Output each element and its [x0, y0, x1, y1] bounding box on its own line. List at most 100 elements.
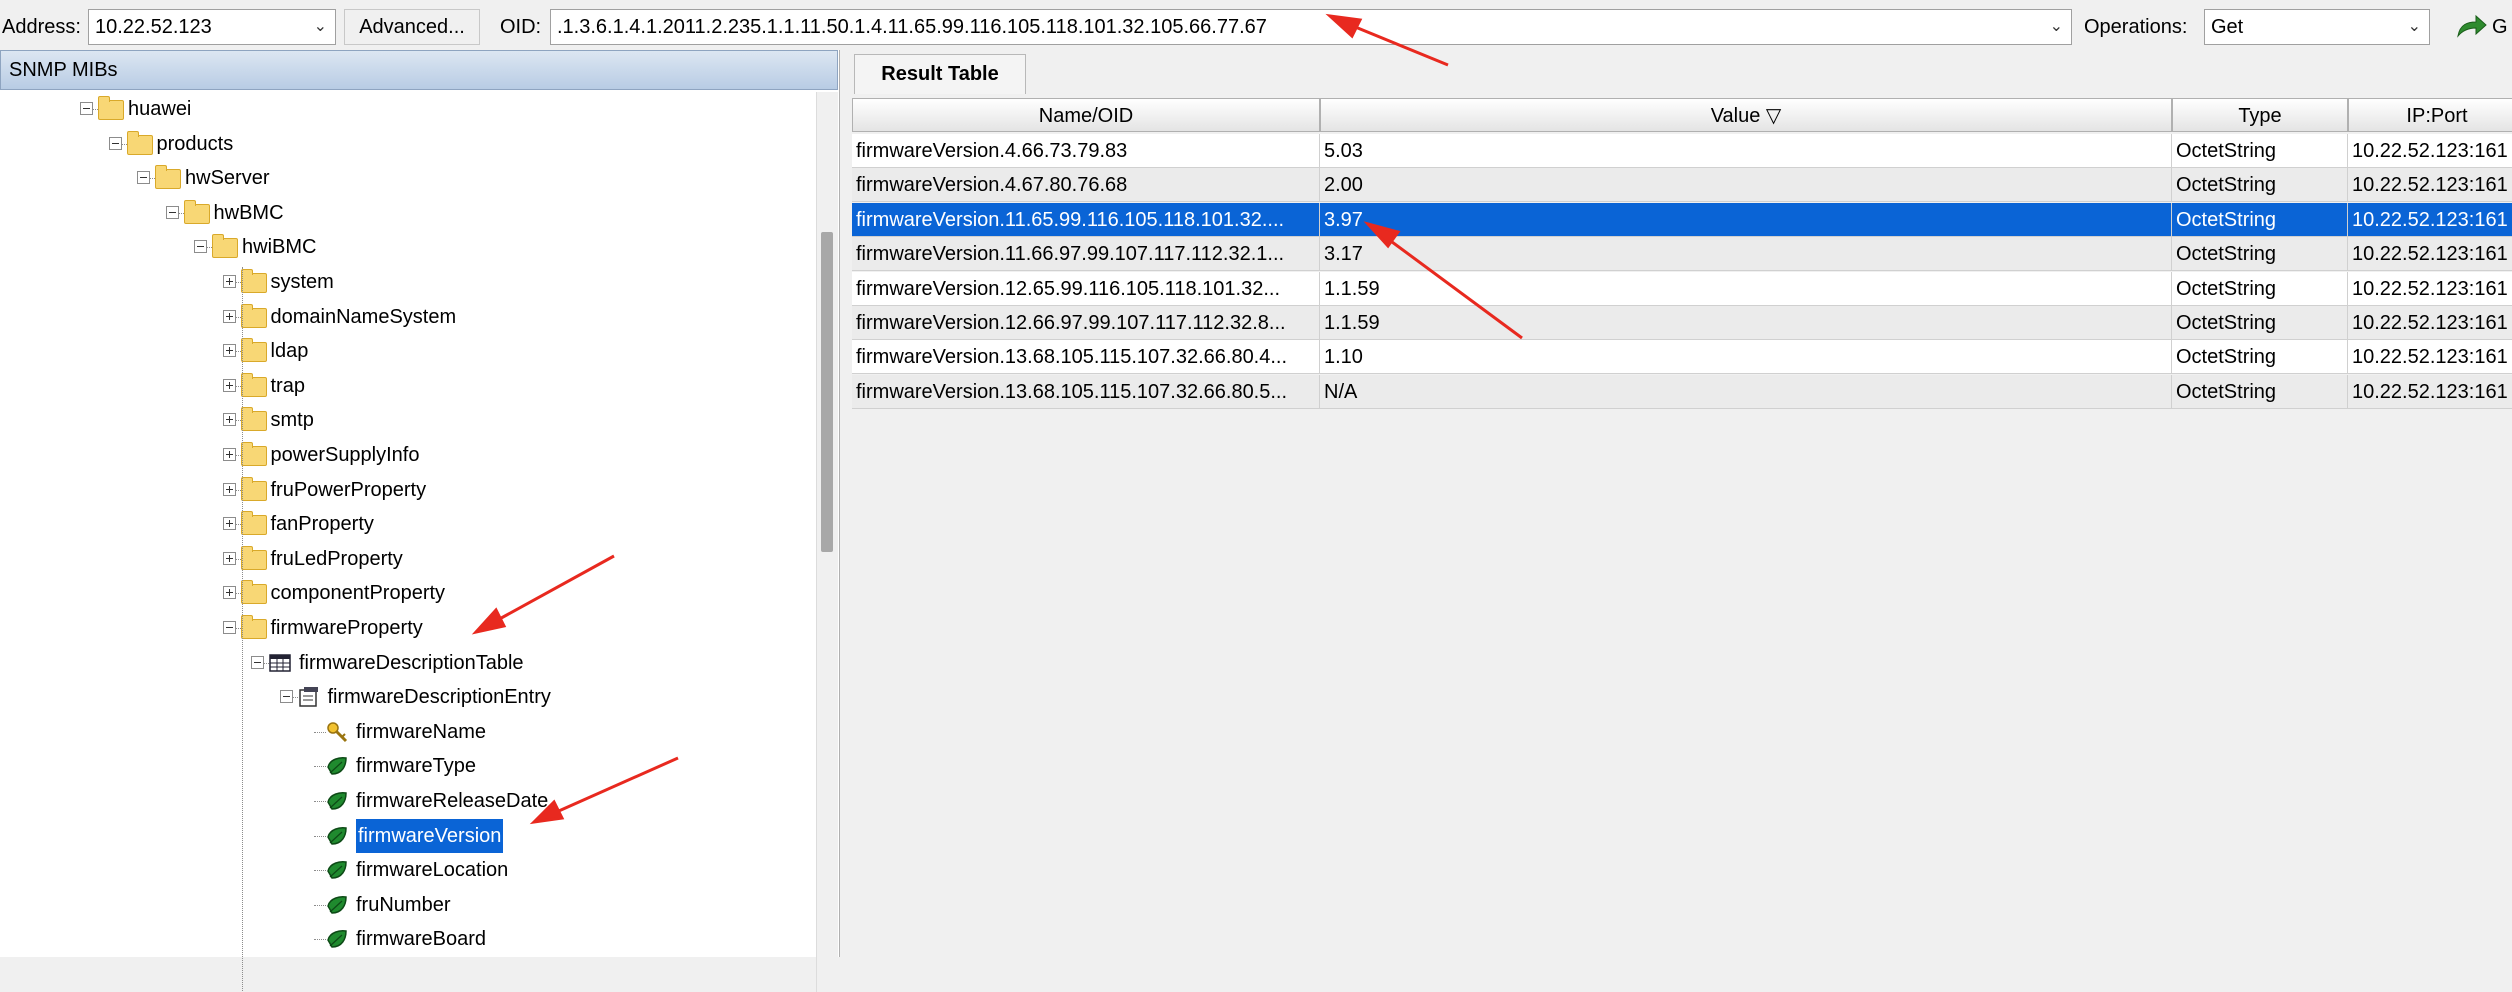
tree-node-label: hwServer — [185, 167, 270, 190]
mib-tree: huawei products hwServer hwBMC hwiBMC system d… — [0, 92, 816, 992]
table-cell: N/A — [1320, 374, 2172, 409]
tree-node-label: firmwareDescriptionEntry — [327, 686, 551, 709]
tree-node-firmware-description-table[interactable]: firmwareDescriptionTable — [0, 646, 810, 680]
folder-icon — [98, 96, 124, 120]
table-cell: 2.00 — [1320, 168, 2172, 203]
table-cell: 10.22.52.123:161 — [2348, 134, 2512, 168]
tree-scrollbar-thumb[interactable] — [821, 232, 833, 552]
tree-node-hw-bmc[interactable]: hwBMC — [0, 196, 810, 230]
tree-node-firmware-release-date[interactable]: firmwareReleaseDate — [0, 784, 810, 818]
table-header-row: Name/OID Value ▽ Type IP:Port — [852, 98, 2512, 132]
expand-plus-icon[interactable] — [222, 378, 236, 392]
tree-node-ldap[interactable]: ldap — [0, 334, 810, 368]
tree-node-firmware-property[interactable]: firmwareProperty — [0, 611, 810, 645]
leaf-icon — [327, 792, 347, 810]
folder-icon — [155, 165, 181, 190]
tree-node-firmware-type[interactable]: firmwareType — [0, 749, 810, 783]
tree-node-fan-property[interactable]: fanProperty — [0, 507, 810, 541]
tree-scrollbar[interactable] — [816, 92, 838, 992]
expand-plus-icon[interactable] — [222, 551, 236, 565]
tree-node-products[interactable]: products — [0, 127, 810, 161]
mib-panel-header: SNMP MIBs — [0, 50, 838, 90]
tree-node-huawei[interactable]: huawei — [0, 92, 810, 126]
expand-plus-icon[interactable] — [222, 344, 236, 358]
expand-plus-icon[interactable] — [222, 448, 236, 461]
table-cell: OctetString — [2172, 271, 2348, 306]
tree-node-firmware-description-entry[interactable]: firmwareDescriptionEntry — [0, 680, 810, 714]
expand-plus-icon[interactable] — [222, 309, 236, 323]
leaf-icon — [327, 895, 347, 914]
chevron-down-icon[interactable]: ⌄ — [314, 10, 327, 44]
table-row[interactable]: firmwareVersion.12.66.97.99.107.117.112.… — [852, 306, 2512, 340]
leaf-icon — [327, 930, 347, 949]
collapse-minus-icon[interactable] — [165, 205, 179, 219]
tree-node-system[interactable]: system — [0, 265, 810, 299]
tree-node-fru-power-property[interactable]: fruPowerProperty — [0, 473, 810, 507]
table-cell: 10.22.52.123:161 — [2348, 340, 2512, 375]
key-icon — [327, 722, 348, 742]
tree-node-fru-led-property[interactable]: fruLedProperty — [0, 542, 810, 576]
collapse-minus-icon[interactable] — [222, 621, 236, 634]
tree-node-label: products — [156, 132, 234, 155]
operations-select[interactable]: Get ⌄ — [2204, 9, 2430, 45]
table-cell: OctetString — [2172, 202, 2348, 237]
tree-node-firmware-name[interactable]: firmwareName — [0, 715, 810, 749]
table-row[interactable]: firmwareVersion.11.65.99.116.105.118.101… — [852, 202, 2512, 237]
collapse-minus-icon[interactable] — [137, 171, 150, 185]
folder-icon — [240, 338, 267, 363]
tab-result-table[interactable]: Result Table — [854, 54, 1026, 94]
column-header[interactable]: Value ▽ — [1320, 98, 2172, 132]
chevron-down-icon[interactable]: ⌄ — [2050, 10, 2063, 44]
table-cell: firmwareVersion.12.66.97.99.107.117.112.… — [852, 306, 1320, 340]
go-button[interactable]: G — [2456, 12, 2512, 42]
table-cell: 10.22.52.123:161 — [2348, 306, 2512, 340]
column-header[interactable]: Name/OID — [852, 98, 1320, 132]
collapse-minus-icon[interactable] — [194, 240, 207, 254]
table-icon — [269, 653, 291, 672]
expand-plus-icon[interactable] — [222, 275, 236, 288]
column-header[interactable]: IP:Port — [2348, 98, 2512, 132]
tree-connector — [314, 801, 326, 802]
tree-node-power-supply-info[interactable]: powerSupplyInfo — [0, 438, 810, 472]
table-cell: OctetString — [2172, 306, 2348, 340]
collapse-minus-icon[interactable] — [279, 690, 293, 704]
expand-plus-icon[interactable] — [222, 517, 236, 531]
table-row[interactable]: firmwareVersion.13.68.105.115.107.32.66.… — [852, 374, 2512, 409]
column-header[interactable]: Type — [2172, 98, 2348, 132]
table-row[interactable]: firmwareVersion.4.66.73.79.83 5.03 OctetSt… — [852, 134, 2512, 168]
address-combo[interactable]: 10.22.52.123 ⌄ — [88, 9, 336, 45]
expand-plus-icon[interactable] — [222, 586, 236, 600]
table-cell: 1.10 — [1320, 340, 2172, 375]
tree-node-component-property[interactable]: componentProperty — [0, 576, 810, 610]
table-row[interactable]: firmwareVersion.13.68.105.115.107.32.66.… — [852, 340, 2512, 375]
collapse-minus-icon[interactable] — [80, 102, 93, 115]
tree-node-firmware-location[interactable]: firmwareLocation — [0, 853, 810, 887]
tree-node-hw-server[interactable]: hwServer — [0, 161, 810, 195]
tree-node-firmware-version[interactable]: firmwareVersion — [0, 818, 810, 853]
tree-node-hwi-bmc[interactable]: hwiBMC — [0, 230, 810, 264]
table-cell: 3.17 — [1320, 237, 2172, 272]
tree-node-firmware-board[interactable]: firmwareBoard — [0, 922, 810, 956]
tree-node-smtp[interactable]: smtp — [0, 403, 810, 437]
collapse-minus-icon[interactable] — [108, 136, 122, 150]
tree-node-label: ldap — [270, 340, 309, 363]
tree-node-fru-number[interactable]: fruNumber — [0, 888, 810, 922]
table-row[interactable]: firmwareVersion.4.67.80.76.68 2.00 OctetSt… — [852, 168, 2512, 203]
chevron-down-icon[interactable]: ⌄ — [2408, 10, 2421, 44]
operations-label: Operations: — [2084, 16, 2188, 38]
advanced-button[interactable]: Advanced... — [344, 9, 480, 45]
folder-icon — [212, 234, 238, 259]
table-row[interactable]: firmwareVersion.12.65.99.116.105.118.101… — [852, 271, 2512, 306]
table-cell: firmwareVersion.13.68.105.115.107.32.66.… — [852, 340, 1320, 375]
tree-node-trap[interactable]: trap — [0, 369, 810, 403]
expand-plus-icon[interactable] — [222, 482, 236, 496]
collapse-minus-icon[interactable] — [251, 655, 264, 669]
tree-node-domain-name-system[interactable]: domainNameSystem — [0, 300, 810, 334]
table-cell: 1.1.59 — [1320, 271, 2172, 306]
tree-node-label: firmwareDescriptionTable — [299, 651, 524, 674]
tree-node-label: firmwareReleaseDate — [356, 790, 549, 812]
expand-plus-icon[interactable] — [222, 413, 236, 427]
oid-combo[interactable]: .1.3.6.1.4.1.2011.2.235.1.1.11.50.1.4.11… — [550, 9, 2072, 45]
table-row[interactable]: firmwareVersion.11.66.97.99.107.117.112.… — [852, 237, 2512, 272]
tree-node-label: fanProperty — [270, 513, 374, 536]
